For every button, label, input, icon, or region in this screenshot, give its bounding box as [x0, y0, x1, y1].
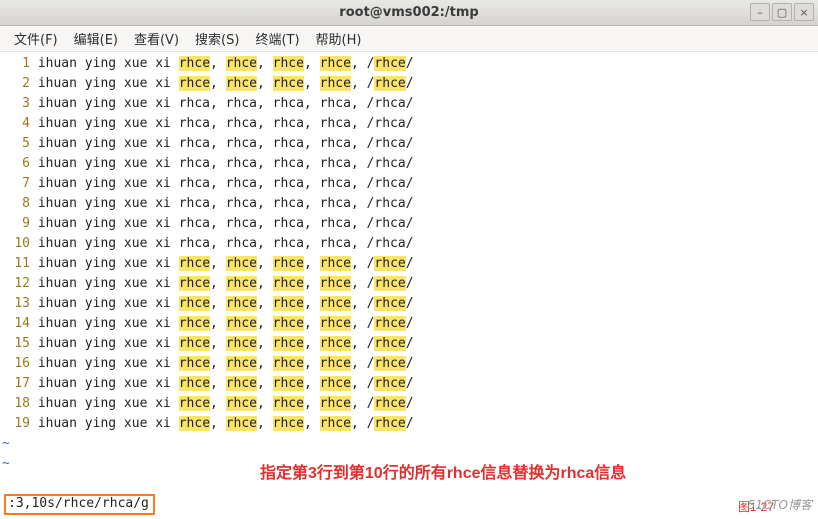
vim-command[interactable]: :3,10s/rhce/rhca/g: [4, 494, 155, 515]
watermark: 51CTO博客: [748, 496, 812, 513]
menu-terminal[interactable]: 终端(T): [247, 26, 307, 51]
menu-help[interactable]: 帮助(H): [308, 26, 370, 51]
maximize-button[interactable]: ▢: [772, 3, 792, 21]
title-bar: root@vms002:/tmp – ▢ ×: [0, 0, 818, 26]
menu-view[interactable]: 查看(V): [126, 26, 187, 51]
annotation-caption: 指定第3行到第10行的所有rhce信息替换为rhca信息: [260, 459, 626, 483]
minimize-button[interactable]: –: [750, 3, 770, 21]
menu-bar: 文件(F) 编辑(E) 查看(V) 搜索(S) 终端(T) 帮助(H): [0, 26, 818, 52]
window-buttons: – ▢ ×: [750, 3, 814, 21]
menu-file[interactable]: 文件(F): [6, 26, 66, 51]
menu-edit[interactable]: 编辑(E): [66, 26, 126, 51]
close-button[interactable]: ×: [794, 3, 814, 21]
menu-search[interactable]: 搜索(S): [187, 26, 247, 51]
terminal-content[interactable]: 1 ihuan ying xue xi rhce, rhce, rhce, rh…: [0, 52, 818, 474]
window-title: root@vms002:/tmp: [339, 5, 478, 20]
